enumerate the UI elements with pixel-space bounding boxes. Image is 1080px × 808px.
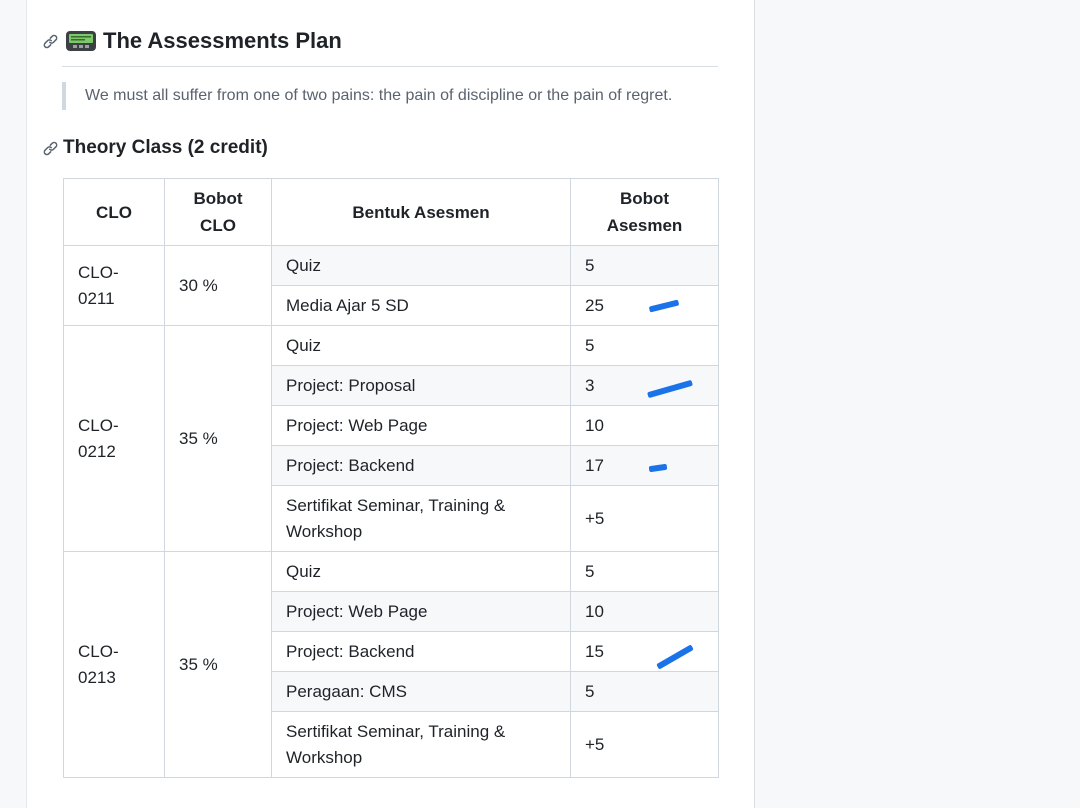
nilai-cell: 10 [570, 591, 719, 632]
nilai-cell: 25 [570, 285, 719, 326]
nilai-cell: 10 [570, 405, 719, 446]
bentuk-cell: Project: Web Page [271, 591, 571, 632]
bentuk-cell: Quiz [271, 551, 571, 592]
bentuk-cell: Project: Web Page [271, 405, 571, 446]
nilai-cell: 5 [570, 551, 719, 592]
nilai-cell: 3 [570, 365, 719, 406]
clo-cell: CLO- 0213 [63, 551, 165, 778]
link-icon[interactable] [42, 33, 59, 50]
bentuk-cell: Quiz [271, 325, 571, 366]
nilai-cell: 5 [570, 245, 719, 286]
bentuk-cell: Sertifikat Seminar, Training & Workshop [271, 485, 571, 552]
nilai-cell: 17 [570, 445, 719, 486]
bobot-clo-cell: 30 % [164, 245, 272, 326]
bentuk-cell: Media Ajar 5 SD [271, 285, 571, 326]
section-title: Theory Class (2 credit) [63, 137, 268, 158]
bentuk-cell: Peragaan: CMS [271, 671, 571, 712]
header-bobot-asesmen: Bobot Asesmen [570, 178, 719, 246]
quote-text: We must all suffer from one of two pains… [85, 87, 673, 104]
annotation-mark [648, 299, 680, 313]
annotation-mark [656, 644, 694, 670]
table-row: CLO- 0213 35 % Quiz 5 [63, 551, 719, 778]
bentuk-cell: Sertifikat Seminar, Training & Workshop [271, 711, 571, 778]
table-header-row: CLO Bobot CLO Bentuk Asesmen Bobot Asesmen [63, 178, 719, 246]
annotation-mark [647, 379, 693, 399]
page-title: The Assessments Plan [103, 28, 342, 53]
nilai-cell: 5 [570, 671, 719, 712]
header-clo: CLO [63, 178, 165, 246]
bentuk-cell: Project: Backend [271, 631, 571, 672]
header-bentuk-asesmen: Bentuk Asesmen [271, 178, 571, 246]
nilai-cell: 15 [570, 631, 719, 672]
nilai-cell: +5 [570, 485, 719, 552]
section-heading: Theory Class (2 credit) [42, 134, 268, 162]
table-row: CLO- 0212 35 % Quiz 5 [63, 325, 719, 552]
annotation-mark [648, 463, 668, 473]
pager-icon [65, 29, 97, 53]
clo-cell: CLO- 0212 [63, 325, 165, 552]
clo-cell: CLO- 0211 [63, 245, 165, 326]
bentuk-cell: Project: Backend [271, 445, 571, 486]
nilai-cell: +5 [570, 711, 719, 778]
bobot-clo-cell: 35 % [164, 551, 272, 778]
table-row: CLO- 0211 30 % Quiz 5 [63, 245, 719, 326]
link-icon[interactable] [42, 140, 59, 157]
page-heading: The Assessments Plan [42, 26, 342, 56]
nilai-cell: 5 [570, 325, 719, 366]
bobot-clo-cell: 35 % [164, 325, 272, 552]
bentuk-cell: Project: Proposal [271, 365, 571, 406]
blockquote: We must all suffer from one of two pains… [62, 82, 672, 110]
bentuk-cell: Quiz [271, 245, 571, 286]
header-bobot-clo: Bobot CLO [164, 178, 272, 246]
heading-divider [62, 66, 718, 67]
assessment-table: CLO Bobot CLO Bentuk Asesmen Bobot Asesmen… [63, 178, 719, 778]
